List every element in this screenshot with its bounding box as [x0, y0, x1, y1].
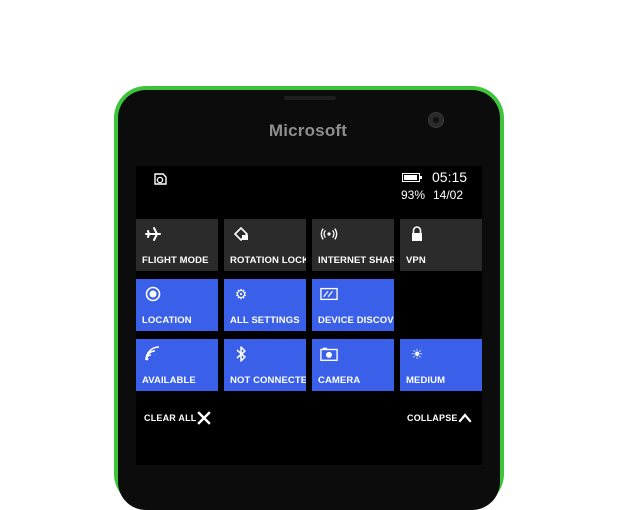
brand-logo: Microsoft [268, 121, 348, 140]
airplane-icon [144, 225, 162, 243]
tile-wifi[interactable]: AVAILABLE [136, 339, 218, 391]
chevron-up-icon[interactable] [458, 411, 472, 425]
battery-percent: 93% [401, 188, 426, 202]
rotation-lock-icon [232, 225, 250, 243]
tile-label: INTERNET SHARING [318, 255, 394, 266]
bluetooth-icon [232, 345, 250, 363]
internet-sharing-icon [320, 225, 338, 243]
camera-icon [320, 345, 338, 363]
front-camera [428, 112, 444, 128]
tile-camera[interactable]: CAMERA [312, 339, 394, 391]
tile-label: VPN [406, 255, 426, 266]
tile-label: FLIGHT MODE [142, 255, 209, 266]
tile-location[interactable]: LOCATION [136, 279, 218, 331]
tile-all-settings[interactable]: ⚙ ALL SETTINGS [224, 279, 306, 331]
tile-label: AVAILABLE [142, 375, 196, 386]
close-icon[interactable] [197, 411, 211, 425]
lock-icon [408, 225, 426, 243]
tile-vpn[interactable]: VPN [400, 219, 482, 271]
wifi-icon [144, 345, 162, 363]
tile-label: NOT CONNECTED [230, 375, 306, 386]
location-icon [144, 285, 162, 303]
tile-flight-mode[interactable]: FLIGHT MODE [136, 219, 218, 271]
tile-device-discovery[interactable]: DEVICE DISCOVERY [312, 279, 394, 331]
earpiece-speaker [284, 96, 336, 100]
tile-rotation-lock[interactable]: ROTATION LOCK [224, 219, 306, 271]
tile-label: MEDIUM [406, 375, 446, 386]
tile-label: CAMERA [318, 375, 361, 386]
status-date: 14/02 [433, 188, 464, 202]
clear-all-button[interactable]: CLEAR ALL [144, 413, 196, 423]
notification-icon[interactable] [152, 171, 168, 187]
tile-label: DEVICE DISCOVERY [318, 315, 394, 326]
tile-bluetooth[interactable]: NOT CONNECTED [224, 339, 306, 391]
brightness-icon: ☀ [410, 346, 424, 362]
tile-brightness[interactable]: ☀ MEDIUM [400, 339, 482, 391]
collapse-button[interactable]: COLLAPSE [407, 413, 458, 423]
tile-internet-sharing[interactable]: INTERNET SHARING [312, 219, 394, 271]
battery-icon [402, 173, 422, 182]
status-time: 05:15 [432, 169, 468, 185]
tile-label: LOCATION [142, 315, 192, 326]
gear-icon: ⚙ [234, 286, 248, 302]
tile-label: ALL SETTINGS [230, 315, 300, 326]
device-discovery-icon [320, 285, 338, 303]
tile-label: ROTATION LOCK [230, 255, 306, 266]
action-center-screen: 05:15 93% 14/02 FLIGHT MODE ROTATION LOC… [136, 166, 482, 465]
